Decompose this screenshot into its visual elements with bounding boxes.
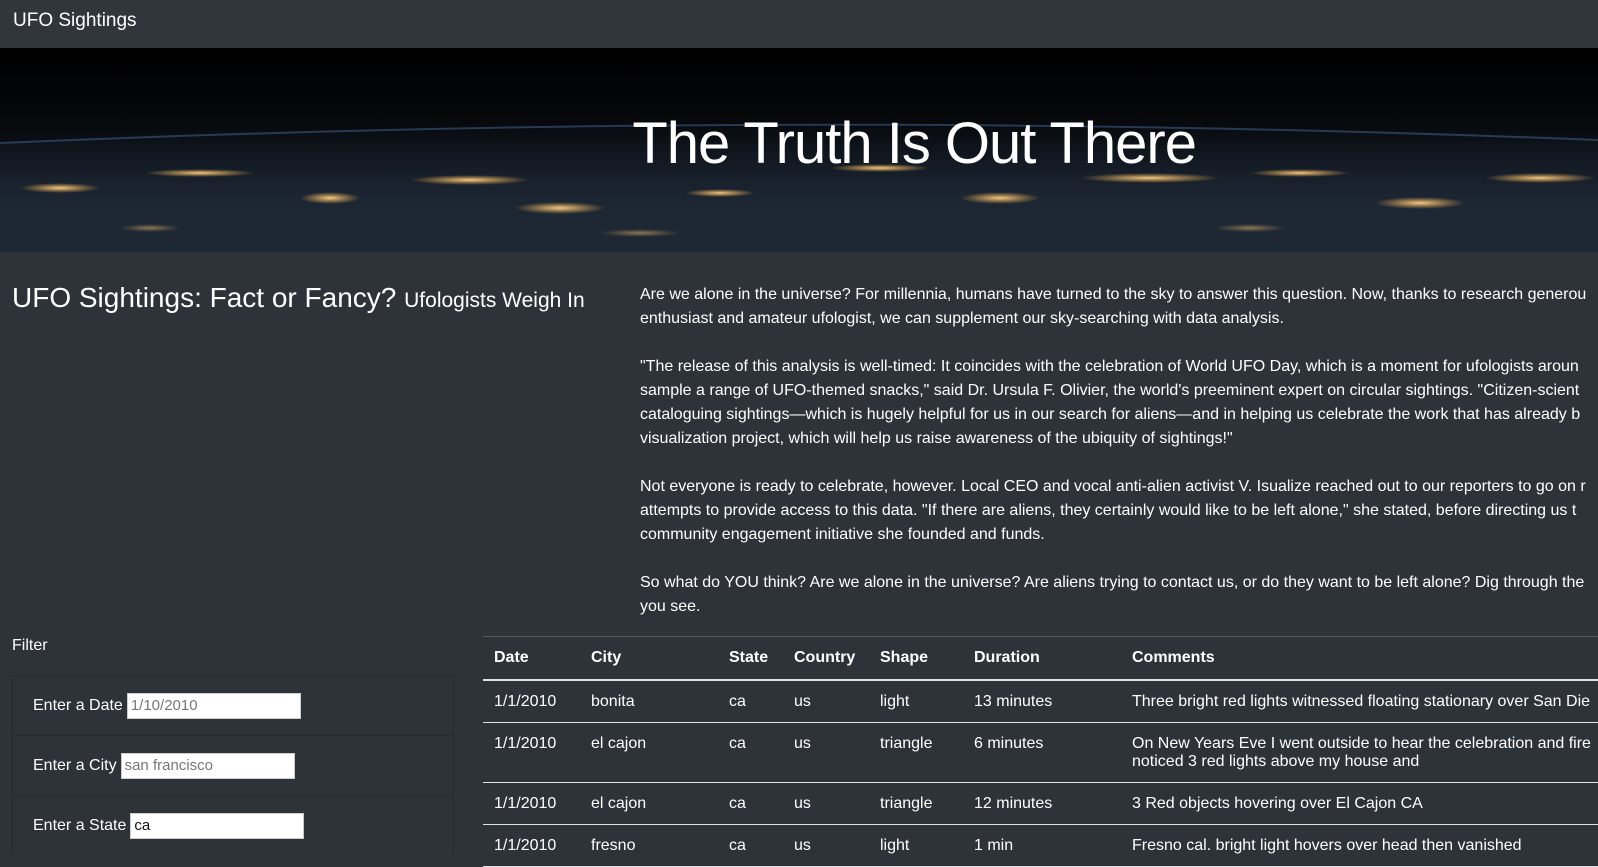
column-header-comments: Comments (1121, 636, 1598, 681)
duration-cell: 13 minutes (963, 680, 1121, 723)
country-cell: us (783, 680, 869, 723)
state-cell: ca (718, 782, 783, 825)
shape-cell: triangle (869, 722, 963, 783)
table-row: 1/1/2010 fresno ca us light 1 min Fresno cal. … (483, 824, 1598, 867)
navbar: UFO Sightings (0, 0, 1598, 49)
article-line: Not everyone is ready to celebrate, howe… (640, 478, 1586, 495)
shape-cell: light (869, 824, 963, 867)
article-line: enthusiast and amateur ufologist, we can… (640, 310, 1284, 327)
navbar-brand[interactable]: UFO Sightings (13, 10, 137, 32)
hero-title: The Truth Is Out There (632, 111, 1197, 176)
date-cell: 1/1/2010 (483, 722, 580, 783)
article-paragraph: "The release of this analysis is well-ti… (640, 355, 1598, 451)
column-header-city: City (580, 636, 718, 681)
table-row: 1/1/2010 bonita ca us light 13 minutes Three b… (483, 680, 1598, 723)
article-line: attempts to provide access to this data.… (640, 502, 1577, 519)
table-header-row: Date City State Country Shape Duration C… (483, 636, 1598, 681)
city-cell: bonita (580, 680, 718, 723)
country-cell: us (783, 782, 869, 825)
ufo-table-container: Date City State Country Shape Duration C… (483, 636, 1598, 867)
article-line: community engagement initiative she foun… (640, 526, 1045, 543)
ufo-table: Date City State Country Shape Duration C… (483, 636, 1598, 867)
article-line: Are we alone in the universe? For millen… (640, 286, 1587, 303)
article-line: So what do YOU think? Are we alone in th… (640, 574, 1585, 591)
date-label: Enter a Date (33, 696, 123, 714)
state-cell: ca (718, 680, 783, 723)
article-line: cataloguing sightings—which is hugely he… (640, 406, 1581, 423)
city-input[interactable] (120, 752, 295, 779)
filter-item-state: Enter a State (13, 795, 453, 855)
state-cell: ca (718, 722, 783, 783)
date-input[interactable] (126, 692, 301, 719)
article-line: visualization project, which will help u… (640, 430, 1233, 447)
column-header-date: Date (483, 636, 580, 681)
article-body: Are we alone in the universe? For millen… (640, 283, 1598, 643)
filter-item-date: Enter a Date (13, 675, 453, 735)
city-label: Enter a City (33, 756, 117, 774)
table-row: 1/1/2010 el cajon ca us triangle 12 minutes 3 … (483, 782, 1598, 825)
article-line: you see. (640, 598, 701, 615)
column-header-state: State (718, 636, 783, 681)
city-cell: el cajon (580, 782, 718, 825)
filter-item-city: Enter a City (13, 735, 453, 795)
article-paragraph: Are we alone in the universe? For millen… (640, 283, 1598, 331)
shape-cell: triangle (869, 782, 963, 825)
table-body: 1/1/2010 bonita ca us light 13 minutes Three b… (483, 680, 1598, 867)
filter-heading: Filter (12, 637, 48, 654)
state-label: Enter a State (33, 816, 127, 834)
filter-list: Enter a Date Enter a City Enter a State (12, 675, 454, 855)
column-header-shape: Shape (869, 636, 963, 681)
date-cell: 1/1/2010 (483, 824, 580, 867)
article-paragraph: So what do YOU think? Are we alone in th… (640, 571, 1598, 619)
state-cell: ca (718, 824, 783, 867)
table-row: 1/1/2010 el cajon ca us triangle 6 minutes On … (483, 722, 1598, 783)
page-headline: UFO Sightings: Fact or Fancy? Ufologists… (12, 282, 585, 314)
duration-cell: 12 minutes (963, 782, 1121, 825)
hero-banner: The Truth Is Out There (0, 48, 1598, 252)
comments-cell: 3 Red objects hovering over El Cajon CA (1121, 782, 1598, 825)
column-header-duration: Duration (963, 636, 1121, 681)
headline-main: UFO Sightings: Fact or Fancy? (12, 282, 397, 313)
comments-cell: Three bright red lights witnessed floati… (1121, 680, 1598, 723)
date-cell: 1/1/2010 (483, 680, 580, 723)
headline-subtitle: Ufologists Weigh In (404, 289, 585, 312)
comments-cell: Fresno cal. bright light hovers over hea… (1121, 824, 1598, 867)
duration-cell: 1 min (963, 824, 1121, 867)
duration-cell: 6 minutes (963, 722, 1121, 783)
column-header-country: Country (783, 636, 869, 681)
comments-cell: On New Years Eve I went outside to hear … (1121, 722, 1598, 783)
country-cell: us (783, 824, 869, 867)
article-paragraph: Not everyone is ready to celebrate, howe… (640, 475, 1598, 547)
article-line: "The release of this analysis is well-ti… (640, 358, 1579, 375)
city-cell: fresno (580, 824, 718, 867)
article-line: sample a range of UFO-themed snacks," sa… (640, 382, 1580, 399)
city-cell: el cajon (580, 722, 718, 783)
state-input[interactable] (130, 812, 305, 839)
shape-cell: light (869, 680, 963, 723)
date-cell: 1/1/2010 (483, 782, 580, 825)
country-cell: us (783, 722, 869, 783)
